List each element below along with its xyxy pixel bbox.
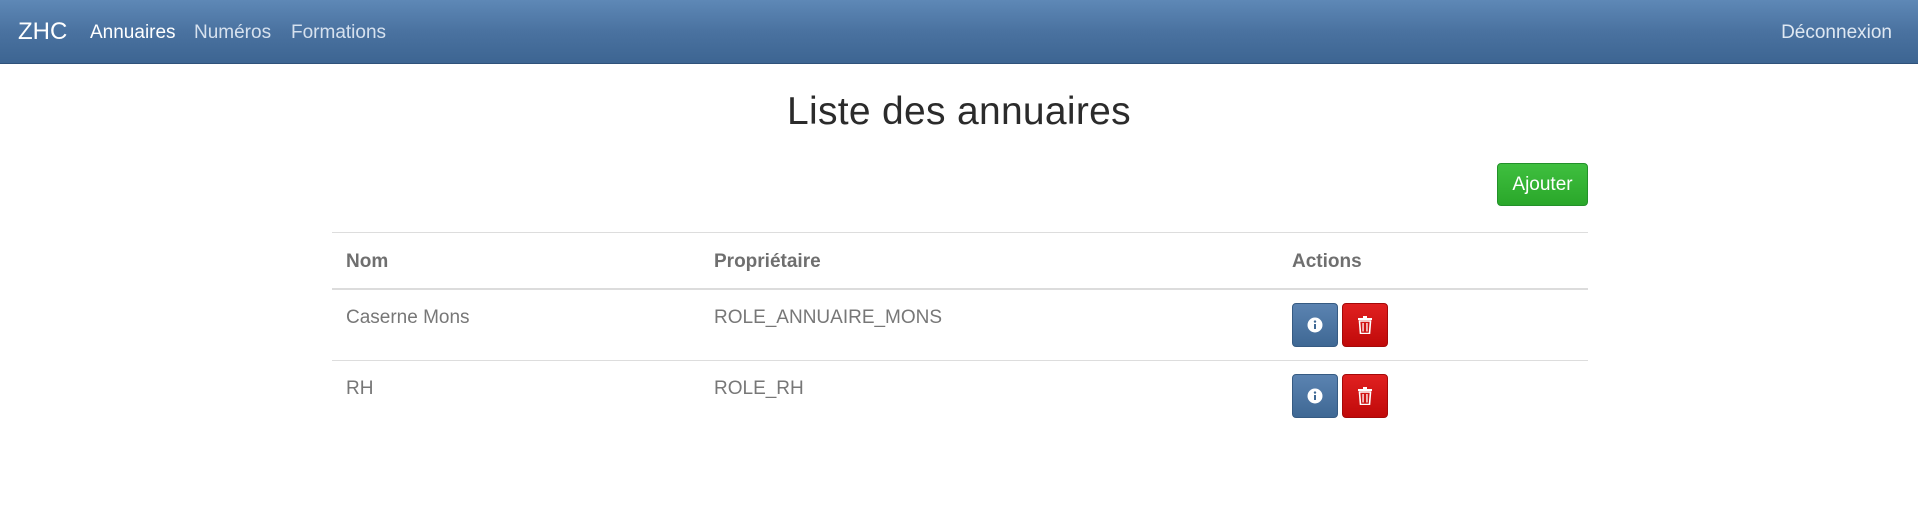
row-divider — [332, 360, 1588, 361]
info-icon — [1307, 388, 1323, 404]
cell-proprietaire: ROLE_RH — [714, 378, 804, 399]
logout-link[interactable]: Déconnexion — [1781, 0, 1892, 64]
info-button[interactable] — [1292, 303, 1338, 347]
page-title: Liste des annuaires — [787, 90, 1131, 133]
trash-icon — [1357, 316, 1373, 334]
column-header-proprietaire: Propriétaire — [714, 251, 821, 272]
nav-item-numeros[interactable]: Numéros — [194, 0, 271, 64]
nav-item-formations[interactable]: Formations — [291, 0, 386, 64]
add-button[interactable]: Ajouter — [1497, 163, 1588, 206]
column-header-nom: Nom — [346, 251, 389, 272]
column-header-actions: Actions — [1292, 251, 1362, 272]
cell-nom: RH — [346, 378, 374, 399]
cell-nom: Caserne Mons — [346, 307, 470, 328]
table-top-rule — [332, 232, 1588, 233]
brand-logo[interactable]: ZHC — [18, 0, 67, 64]
info-icon — [1307, 317, 1323, 333]
top-navbar: ZHC Annuaires Numéros Formations Déconne… — [0, 0, 1918, 64]
delete-button[interactable] — [1342, 374, 1388, 418]
table-header-rule — [332, 288, 1588, 290]
trash-icon — [1357, 387, 1373, 405]
delete-button[interactable] — [1342, 303, 1388, 347]
nav-item-annuaires[interactable]: Annuaires — [90, 0, 176, 64]
cell-proprietaire: ROLE_ANNUAIRE_MONS — [714, 307, 943, 328]
info-button[interactable] — [1292, 374, 1338, 418]
